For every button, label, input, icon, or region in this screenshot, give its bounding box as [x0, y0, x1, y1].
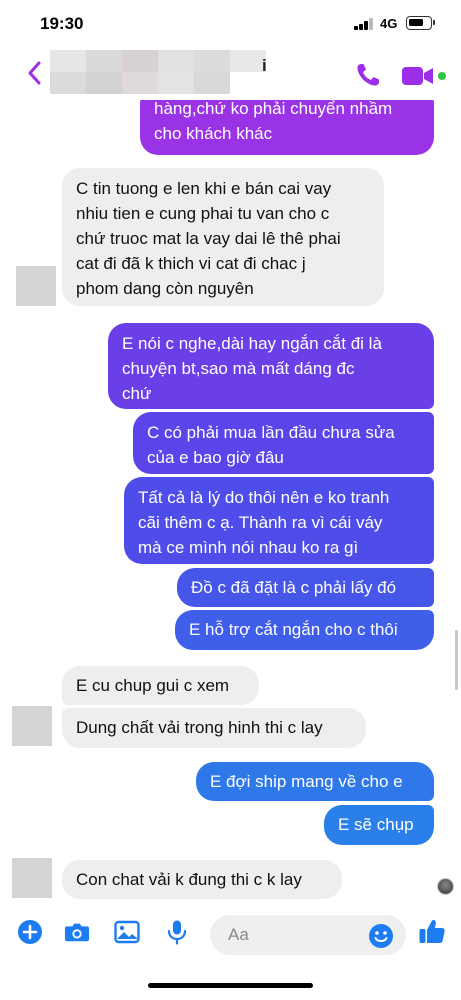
microphone-icon[interactable] [164, 919, 190, 945]
chat-header: i [0, 46, 461, 104]
online-status-dot [438, 72, 446, 80]
signal-icon [354, 18, 374, 30]
status-time: 19:30 [40, 14, 84, 33]
message-bubble-incoming[interactable]: Con chat vải k đung thi c k lay [62, 860, 342, 899]
contact-avatar[interactable] [12, 706, 52, 746]
message-text: Tất cả là lý do thôi nên e ko tranh [138, 488, 390, 507]
message-bubble-incoming[interactable]: C tin tuong e len khi e bán cai vay nhiu… [62, 168, 384, 306]
message-text: chứ truoc mat la vay dai lê thê phai [76, 229, 341, 248]
battery-icon [406, 16, 435, 30]
message-bubble-outgoing[interactable]: E nói c nghe,dài hay ngắn cắt đi là chuy… [108, 323, 434, 409]
thumbs-up-icon[interactable] [418, 917, 446, 945]
message-text: C tin tuong e len khi e bán cai vay [76, 179, 332, 198]
message-input-placeholder: Aa [228, 925, 249, 944]
emoji-icon[interactable] [368, 923, 394, 949]
video-camera-icon[interactable] [401, 65, 435, 87]
message-bubble-incoming[interactable]: Dung chất vải trong hinh thi c lay [62, 708, 366, 748]
message-text: nhiu tien e cung phai tu van cho c [76, 204, 330, 223]
message-text: hàng,chứ ko phải chuyển nhầm [154, 100, 393, 118]
message-text: Đồ c đã đặt là c phải lấy đó [191, 578, 397, 597]
home-indicator[interactable] [148, 983, 313, 988]
message-bubble-outgoing[interactable]: C có phải mua lần đầu chưa sửa của e bao… [133, 412, 434, 474]
phone-icon[interactable] [355, 62, 381, 88]
network-label: 4G [380, 16, 398, 31]
message-text: chuyện bt,sao mà mất dáng đc [122, 359, 355, 378]
message-text: E đợi ship mang về cho e [210, 772, 403, 791]
message-bubble-outgoing[interactable]: E sẽ chụp [324, 805, 434, 845]
message-text: Con chat vải k đung thi c k lay [76, 870, 302, 889]
contact-name[interactable]: i [262, 56, 267, 76]
message-composer: Aa [0, 905, 461, 965]
plus-icon[interactable] [17, 919, 43, 945]
message-text: cat đi đã k thich vi cat đi chac j [76, 254, 306, 273]
message-text: cãi thêm c ạ. Thành ra vì cái váy [138, 513, 383, 532]
seen-receipt-avatar [437, 878, 454, 895]
message-text: mà ce mình nói nhau ko ra gì [138, 538, 359, 557]
message-bubble-outgoing[interactable]: Đồ c đã đặt là c phải lấy đó [177, 568, 434, 607]
message-text: phom dang còn nguyên [76, 279, 254, 298]
message-text: E hỗ trợ cắt ngắn cho c thôi [189, 620, 398, 639]
message-input[interactable]: Aa [210, 915, 406, 955]
message-thread[interactable]: hàng,chứ ko phải chuyển nhầm cho khách k… [0, 100, 461, 905]
message-text: E sẽ chụp [338, 815, 414, 834]
back-chevron-icon[interactable] [24, 58, 46, 88]
message-text: E nói c nghe,dài hay ngắn cắt đi là [122, 334, 382, 353]
message-text: Dung chất vải trong hinh thi c lay [76, 718, 323, 737]
message-bubble-outgoing[interactable]: Tất cả là lý do thôi nên e ko tranh cãi … [124, 477, 434, 564]
message-text: cho khách khác [154, 124, 273, 143]
contact-avatar-blurred[interactable] [50, 46, 275, 96]
message-bubble-incoming[interactable]: E cu chup gui c xem [62, 666, 259, 705]
message-text: E cu chup gui c xem [76, 676, 230, 695]
camera-icon[interactable] [64, 919, 90, 945]
message-text: của e bao giờ đâu [147, 448, 284, 467]
contact-avatar[interactable] [16, 266, 56, 306]
message-bubble-outgoing[interactable]: hàng,chứ ko phải chuyển nhầm cho khách k… [140, 100, 434, 155]
gallery-icon[interactable] [114, 919, 140, 945]
status-bar: 19:30 4G [0, 0, 461, 46]
scrollbar[interactable] [455, 630, 458, 690]
message-bubble-outgoing[interactable]: E đợi ship mang về cho e [196, 762, 434, 801]
message-bubble-outgoing[interactable]: E hỗ trợ cắt ngắn cho c thôi [175, 610, 434, 650]
message-text: C có phải mua lần đầu chưa sửa [147, 423, 395, 442]
contact-avatar[interactable] [12, 858, 52, 898]
message-text: chứ [122, 384, 152, 403]
